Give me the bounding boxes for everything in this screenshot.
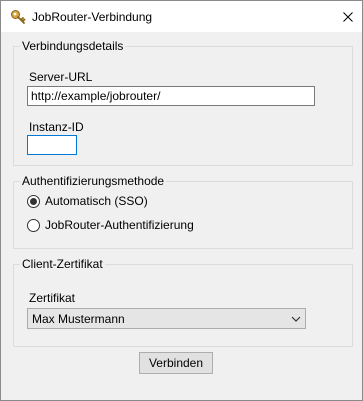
certificate-selected-value: Max Mustermann (32, 311, 125, 326)
instance-id-label: Instanz-ID (29, 120, 84, 134)
connection-details-group: Verbindungsdetails Server-URL Instanz-ID (13, 39, 353, 166)
auth-method-group: Authentifizierungsmethode Automatisch (S… (13, 174, 353, 249)
dialog-window: JobRouter-Verbindung Verbindungsdetails … (0, 0, 363, 401)
radio-label: Automatisch (SSO) (45, 194, 148, 208)
chevron-down-icon (287, 309, 305, 328)
radio-jobrouter-auth[interactable]: JobRouter-Authentifizierung (27, 217, 194, 233)
radio-automatic-sso[interactable]: Automatisch (SSO) (27, 193, 148, 209)
client-certificate-group: Client-Zertifikat Zertifikat Max Musterm… (13, 257, 353, 347)
server-url-label: Server-URL (29, 70, 93, 84)
connect-button[interactable]: Verbinden (139, 352, 213, 374)
radio-indicator (27, 194, 40, 208)
title-bar: JobRouter-Verbindung (1, 1, 362, 32)
certificate-label: Zertifikat (29, 291, 76, 305)
connection-details-group-label: Verbindungsdetails (20, 39, 126, 54)
key-icon (10, 9, 26, 25)
auth-method-group-label: Authentifizierungsmethode (20, 174, 167, 189)
client-certificate-group-label: Client-Zertifikat (20, 257, 105, 272)
radio-label: JobRouter-Authentifizierung (45, 218, 194, 232)
instance-id-input[interactable] (27, 135, 77, 155)
close-icon (343, 11, 353, 22)
certificate-select[interactable]: Max Mustermann (27, 308, 306, 329)
close-button[interactable] (334, 1, 362, 32)
server-url-input[interactable] (27, 86, 315, 106)
radio-indicator (27, 218, 40, 232)
window-title: JobRouter-Verbindung (32, 10, 153, 24)
